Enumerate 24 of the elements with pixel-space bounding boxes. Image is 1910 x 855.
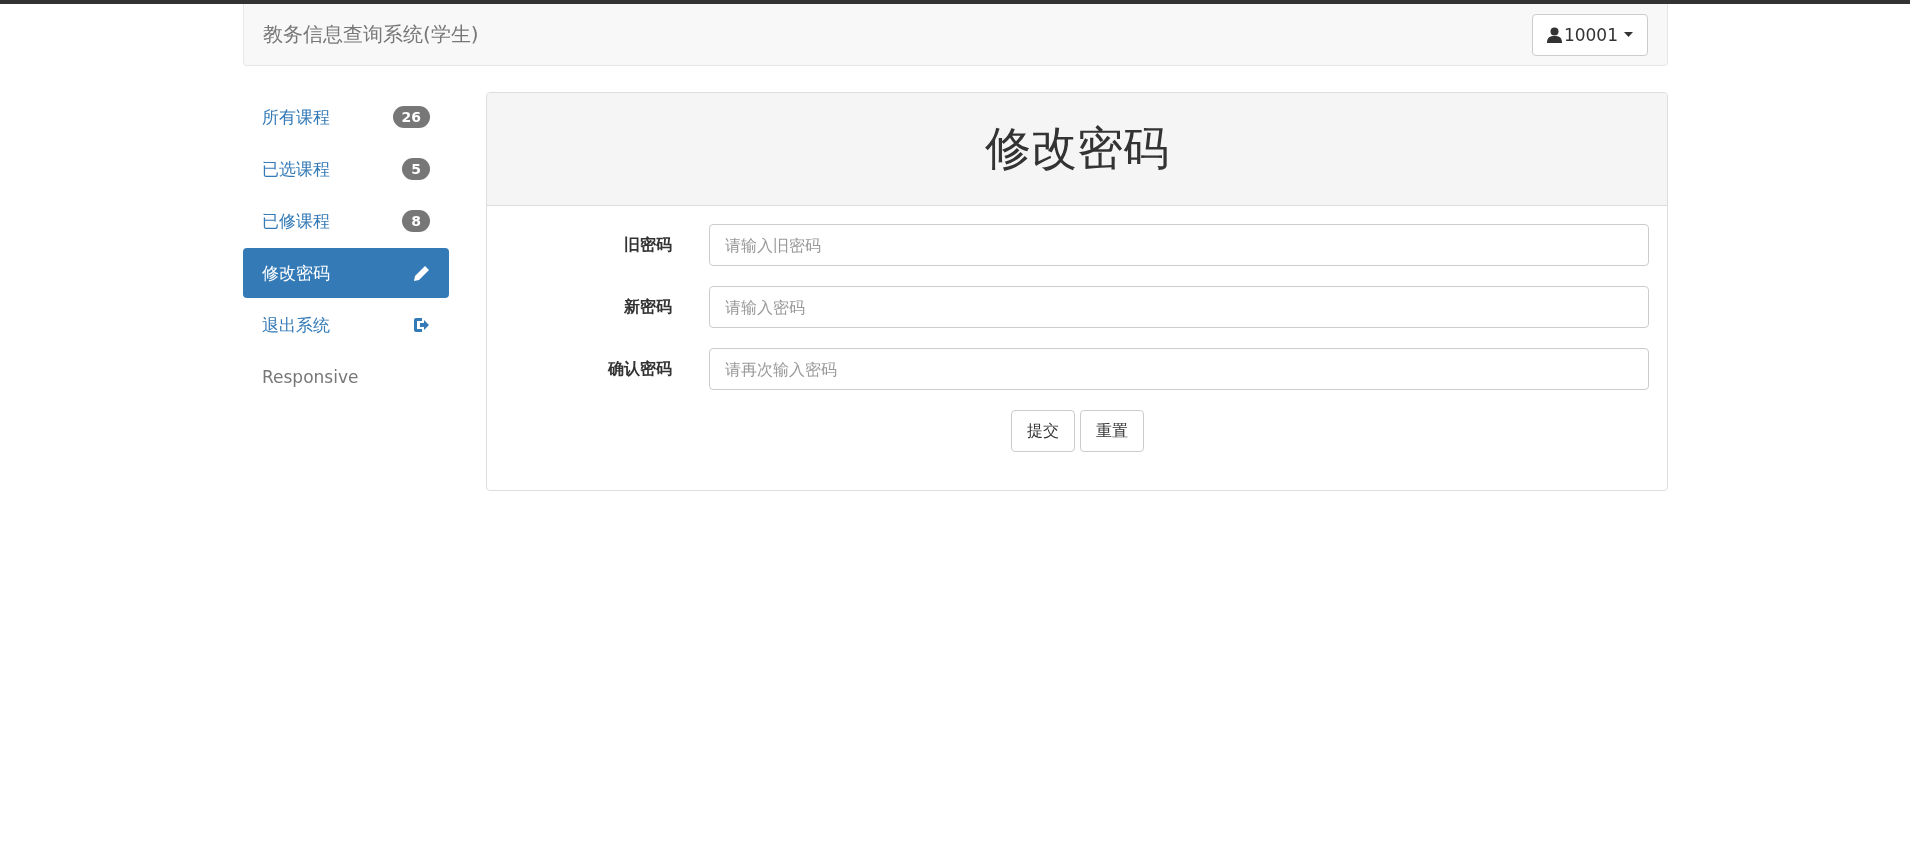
caret-icon [1624,32,1633,37]
app-title[interactable]: 教务信息查询系统(学生) [263,21,479,48]
sidebar-item[interactable]: 所有课程 26 [243,92,449,142]
count-badge: 5 [402,158,430,180]
logout-icon [413,317,430,333]
sidebar-item[interactable]: Responsive [243,352,449,402]
form-button[interactable]: 提交 [1010,410,1075,452]
password-field[interactable]: 请再次输入密码 [709,348,1649,390]
panel-title: 修改密码 [985,120,1169,177]
form-button[interactable]: 重置 [1079,410,1144,452]
sidebar-item[interactable]: 修改密码 [243,248,449,298]
sidebar-item[interactable]: 退出系统 [243,300,449,350]
password-field[interactable]: 请输入旧密码 [709,224,1649,266]
count-badge: 26 [392,106,430,128]
sidebar-item[interactable]: 已修课程 8 [243,196,449,246]
field-label: 旧密码 [623,234,673,256]
user-menu-button[interactable]: 10001 [1531,13,1648,56]
count-badge: 8 [402,210,430,232]
pencil-icon [413,264,430,282]
user-icon [1546,26,1562,43]
field-label: 确认密码 [607,358,673,380]
sidebar-item[interactable]: 已选课程 5 [243,144,449,194]
password-field[interactable]: 请输入密码 [709,286,1649,328]
field-label: 新密码 [623,296,673,318]
